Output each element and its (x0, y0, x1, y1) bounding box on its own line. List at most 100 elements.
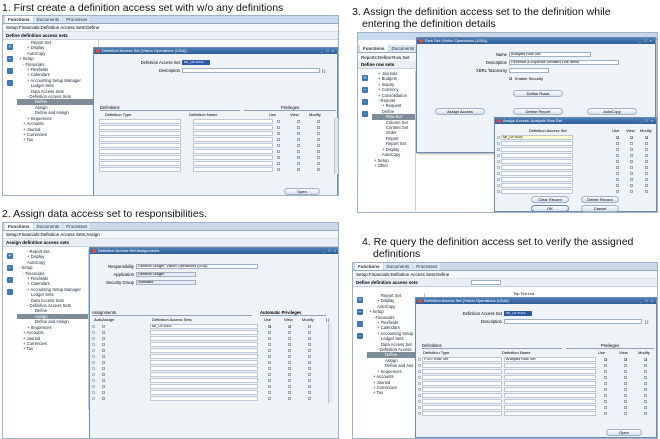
privilege-checkbox[interactable] (288, 361, 291, 364)
table-cell[interactable] (150, 348, 258, 353)
table-cell[interactable] (150, 378, 258, 383)
table-cell[interactable] (422, 405, 502, 410)
privilege-checkbox[interactable] (288, 367, 291, 370)
privilege-checkbox[interactable] (645, 184, 648, 187)
row-indicator[interactable] (418, 382, 421, 385)
ok-button[interactable]: OK (531, 205, 569, 212)
table-cell[interactable] (193, 167, 273, 172)
privilege-checkbox[interactable] (308, 325, 311, 328)
privilege-checkbox[interactable] (277, 162, 280, 165)
table-cell[interactable]: Analysis Row Set (504, 357, 596, 362)
enable-security-checkbox[interactable]: ✔ (509, 77, 513, 81)
row-indicator[interactable] (497, 184, 500, 187)
privilege-checkbox[interactable] (288, 343, 291, 346)
privilege-checkbox[interactable] (630, 190, 633, 193)
privilege-checkbox[interactable] (616, 190, 619, 193)
window-controls-icon[interactable]: _ □ × (323, 248, 337, 254)
privilege-checkbox[interactable] (297, 156, 300, 159)
privilege-checkbox[interactable] (616, 148, 619, 151)
description-field[interactable] (504, 319, 642, 324)
collapse-all-icon[interactable]: · (362, 111, 368, 117)
row-indicator[interactable] (92, 325, 95, 328)
table-cell[interactable] (150, 354, 258, 359)
privilege-checkbox[interactable] (317, 126, 320, 129)
privilege-checkbox[interactable] (277, 126, 280, 129)
privilege-checkbox[interactable] (102, 361, 105, 364)
tab-documents[interactable]: Documents (383, 263, 413, 270)
row-indicator[interactable] (92, 361, 95, 364)
window-controls-icon[interactable]: _ □ × (640, 118, 654, 124)
table-cell[interactable] (150, 396, 258, 401)
privilege-checkbox[interactable] (308, 379, 311, 382)
privilege-checkbox[interactable] (630, 166, 633, 169)
privilege-checkbox[interactable] (288, 349, 291, 352)
table-cell[interactable] (504, 375, 596, 380)
table-cell[interactable] (422, 381, 502, 386)
privilege-checkbox[interactable] (317, 132, 320, 135)
privilege-checkbox[interactable] (616, 154, 619, 157)
row-indicator[interactable] (418, 364, 421, 367)
table-cell[interactable] (501, 159, 573, 164)
privilege-checkbox[interactable] (288, 331, 291, 334)
tab-processes[interactable]: Processes (413, 263, 441, 270)
table-cell[interactable] (150, 366, 258, 371)
row-indicator[interactable] (497, 172, 500, 175)
description-field[interactable] (182, 68, 320, 73)
expand-icon[interactable]: + (7, 44, 13, 50)
row-indicator[interactable] (92, 373, 95, 376)
collapse-all-icon[interactable]: · (7, 80, 13, 86)
row-indicator[interactable] (497, 142, 500, 145)
privilege-checkbox[interactable] (288, 385, 291, 388)
privilege-checkbox[interactable] (624, 376, 627, 379)
collapse-icon[interactable]: − (7, 56, 13, 62)
table-cell[interactable] (422, 387, 502, 392)
nav-tree-item[interactable]: + Tax (17, 346, 88, 351)
privilege-checkbox[interactable] (624, 388, 627, 391)
privilege-checkbox[interactable] (277, 150, 280, 153)
privilege-checkbox[interactable]: ✔ (624, 358, 628, 362)
privilege-checkbox[interactable] (297, 132, 300, 135)
row-indicator[interactable] (92, 349, 95, 352)
privilege-checkbox[interactable] (277, 144, 280, 147)
privilege-checkbox[interactable] (645, 148, 648, 151)
privilege-checkbox[interactable] (102, 367, 105, 370)
row-indicator[interactable] (92, 331, 95, 334)
table-cell[interactable] (504, 411, 596, 416)
privilege-checkbox[interactable] (624, 364, 627, 367)
das-field[interactable]: MI_DF3001 (182, 60, 210, 65)
privilege-checkbox[interactable] (630, 142, 633, 145)
privilege-checkbox[interactable] (277, 132, 280, 135)
table-cell[interactable] (422, 399, 502, 404)
privilege-checkbox[interactable] (604, 400, 607, 403)
row-indicator[interactable] (418, 394, 421, 397)
clear-record-button[interactable]: Clear Record (531, 196, 569, 203)
window-controls-icon[interactable]: _ □ × (639, 38, 653, 44)
privilege-checkbox[interactable] (288, 397, 291, 400)
tab-functions[interactable]: Functions (5, 223, 33, 230)
row-indicator[interactable] (92, 385, 95, 388)
privilege-checkbox[interactable] (644, 412, 647, 415)
expand-icon[interactable]: + (357, 297, 363, 303)
privilege-checkbox[interactable] (604, 376, 607, 379)
privilege-checkbox[interactable] (317, 150, 320, 153)
privilege-checkbox[interactable] (102, 337, 105, 340)
privilege-checkbox[interactable] (297, 120, 300, 123)
privilege-checkbox[interactable] (645, 142, 648, 145)
privilege-checkbox[interactable] (308, 349, 311, 352)
table-cell[interactable] (501, 141, 573, 146)
table-cell[interactable] (504, 387, 596, 392)
table-cell[interactable] (504, 393, 596, 398)
expand-icon[interactable]: + (362, 75, 368, 81)
row-indicator[interactable] (497, 154, 500, 157)
row-indicator[interactable] (92, 391, 95, 394)
privilege-checkbox[interactable] (624, 370, 627, 373)
responsibility-field[interactable]: General Ledger, Vision Operations (USA) (136, 264, 258, 269)
privilege-checkbox[interactable] (644, 406, 647, 409)
tab-documents[interactable]: Documents (388, 45, 418, 52)
privilege-checkbox[interactable] (645, 166, 648, 169)
row-indicator[interactable] (92, 367, 95, 370)
privilege-checkbox[interactable] (616, 166, 619, 169)
collapse-all-icon[interactable]: · (7, 289, 13, 295)
table-cell[interactable] (422, 375, 502, 380)
table-cell[interactable] (422, 369, 502, 374)
